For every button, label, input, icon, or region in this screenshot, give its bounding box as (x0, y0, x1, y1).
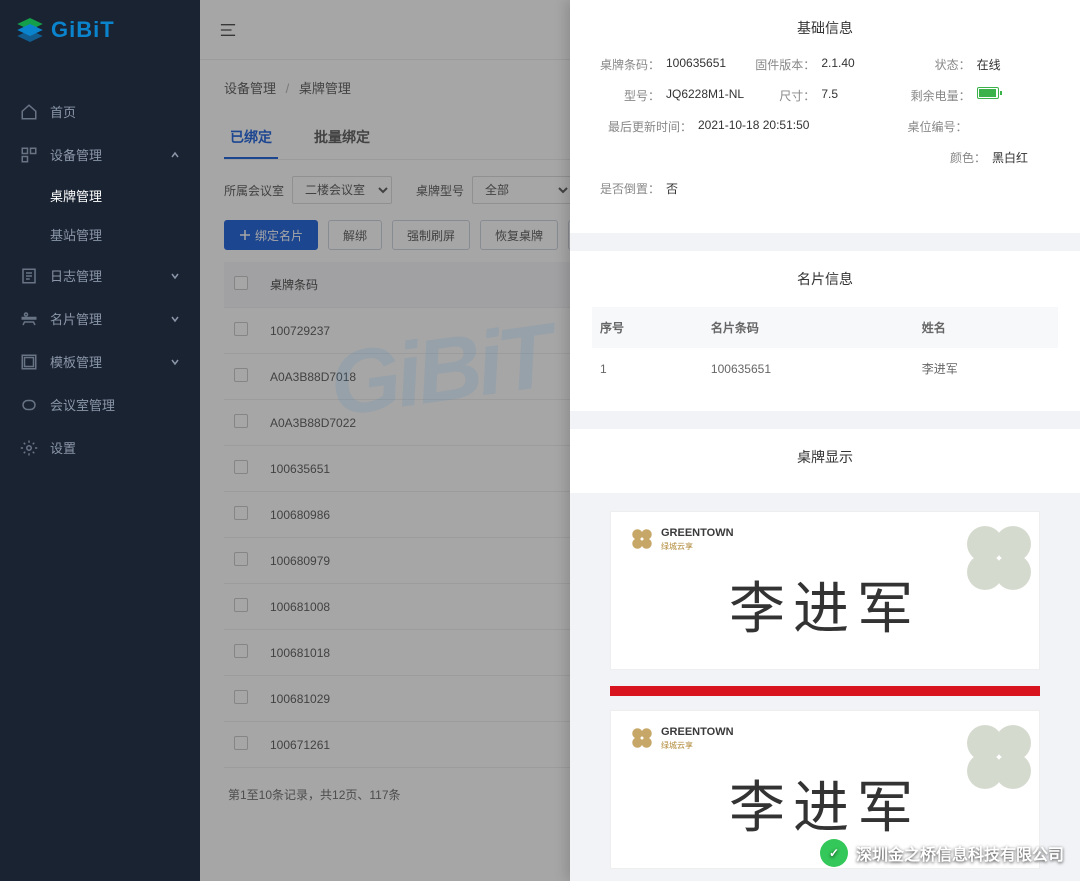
detail-drawer: 基础信息 桌牌条码：100635651 固件版本：2.1.40 状态：在线 型号… (570, 0, 1080, 881)
nav-room[interactable]: 会议室管理 (0, 383, 200, 426)
watermark: ✓ 深圳金之桥信息科技有限公司 (820, 839, 1064, 867)
nav-log[interactable]: 日志管理 (0, 254, 200, 297)
sidebar: GiBiT 首页 设备管理 桌牌管理 基站管理 日志管理 (0, 0, 200, 881)
basic-info-title: 基础信息 (592, 18, 1058, 38)
nav-base-manage[interactable]: 基站管理 (50, 215, 200, 254)
clover-icon (629, 725, 655, 751)
info-battery (977, 87, 999, 104)
info-color: 黑白红 (992, 149, 1028, 166)
nav-card[interactable]: 名片管理 (0, 297, 200, 340)
device-icon (20, 146, 38, 164)
info-model: JQ6228M1-NL (666, 87, 744, 104)
chevron-down-icon (170, 357, 180, 367)
divider-red (610, 686, 1040, 696)
home-icon (20, 103, 38, 121)
card-info-title: 名片信息 (592, 269, 1058, 289)
battery-icon (977, 87, 999, 99)
card-icon (20, 310, 38, 328)
logo: GiBiT (0, 0, 200, 60)
wechat-icon: ✓ (820, 839, 848, 867)
greentown-logo: GREENTOWN绿城云享 (629, 526, 734, 552)
nav: 首页 设备管理 桌牌管理 基站管理 日志管理 名片管理 (0, 60, 200, 469)
desk-preview-1: GREENTOWN绿城云享 李进军 (610, 511, 1040, 670)
template-icon (20, 353, 38, 371)
info-code: 100635651 (666, 56, 726, 73)
nav-home[interactable]: 首页 (0, 90, 200, 133)
logo-icon (15, 15, 45, 45)
nav-device[interactable]: 设备管理 (0, 133, 200, 176)
info-size: 7.5 (821, 87, 838, 104)
chevron-down-icon (170, 314, 180, 324)
info-invert: 否 (666, 180, 678, 197)
clover-decoration-icon (959, 717, 1039, 797)
display-panel: 桌牌显示 (570, 429, 1080, 493)
info-updated: 2021-10-18 20:51:50 (698, 118, 809, 135)
display-title: 桌牌显示 (592, 447, 1058, 467)
basic-info-panel: 基础信息 桌牌条码：100635651 固件版本：2.1.40 状态：在线 型号… (570, 0, 1080, 233)
room-icon (20, 396, 38, 414)
log-icon (20, 267, 38, 285)
clover-decoration-icon (959, 518, 1039, 598)
info-firmware: 2.1.40 (821, 56, 854, 73)
logo-text: GiBiT (51, 17, 115, 43)
info-state: 在线 (977, 56, 1001, 73)
nav-label: 设备管理 (50, 145, 102, 164)
chevron-up-icon (170, 150, 180, 160)
nav-settings[interactable]: 设置 (0, 426, 200, 469)
gear-icon (20, 439, 38, 457)
nav-template[interactable]: 模板管理 (0, 340, 200, 383)
card-row[interactable]: 1 100635651 李进军 (592, 348, 1058, 389)
clover-icon (629, 526, 655, 552)
chevron-down-icon (170, 271, 180, 281)
nav-label: 首页 (50, 102, 76, 121)
greentown-logo: GREENTOWN绿城云享 (629, 725, 734, 751)
card-info-panel: 名片信息 序号 名片条码 姓名 1 100635651 李进军 (570, 251, 1080, 411)
nav-desk-manage[interactable]: 桌牌管理 (50, 176, 200, 215)
